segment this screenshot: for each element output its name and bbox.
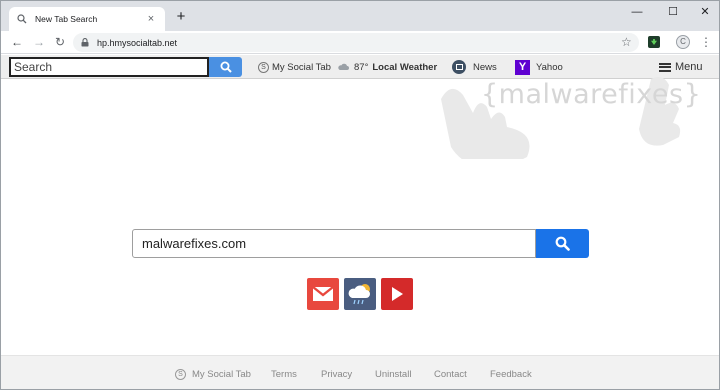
tab-title: New Tab Search (35, 14, 98, 24)
reload-icon[interactable]: ↻ (52, 34, 68, 50)
local-weather-link[interactable]: 87° Local Weather (337, 59, 437, 75)
watermark-text: {malwarefixes} (481, 79, 702, 110)
main-search-input[interactable] (132, 229, 536, 258)
browser-toolbar: ← → ↻ hp.hmysocialtab.net ☆ C ⋮ (1, 31, 719, 54)
toolbar-menu-button[interactable]: Menu (659, 59, 703, 75)
footer-link-privacy[interactable]: Privacy (321, 369, 352, 380)
download-extension-icon[interactable] (648, 36, 660, 48)
toolbar-search-input[interactable] (9, 57, 209, 77)
play-icon (392, 287, 403, 301)
address-bar[interactable]: hp.hmysocialtab.net (73, 33, 639, 52)
footer-link-terms[interactable]: Terms (271, 369, 297, 380)
news-link[interactable]: News (452, 59, 497, 75)
social-tab-label: My Social Tab (272, 61, 331, 73)
footer-link-contact[interactable]: Contact (434, 369, 467, 380)
yahoo-label: Yahoo (536, 61, 563, 73)
search-icon (17, 14, 27, 24)
footer-link-uninstall[interactable]: Uninstall (375, 369, 411, 380)
lock-icon (81, 38, 89, 47)
forward-arrow-icon[interactable]: → (31, 34, 47, 50)
cloud-icon (338, 63, 349, 70)
social-tab-icon: S (175, 369, 186, 380)
tab-close-icon[interactable]: × (145, 13, 157, 25)
news-icon (452, 60, 466, 74)
close-window-button[interactable]: ✕ (689, 1, 719, 25)
footer-link-feedback[interactable]: Feedback (490, 369, 532, 380)
search-icon (220, 61, 232, 73)
weather-temperature: 87° (354, 61, 369, 73)
yahoo-link[interactable]: Y Yahoo (515, 59, 563, 75)
extension-toolbar: S My Social Tab 87° Local Weather News Y… (1, 55, 719, 79)
bookmark-star-icon[interactable]: ☆ (621, 34, 635, 50)
gmail-shortcut[interactable] (307, 278, 339, 310)
footer-link-label: My Social Tab (192, 369, 251, 380)
maximize-button[interactable]: ☐ (657, 1, 689, 25)
back-arrow-icon[interactable]: ← (9, 34, 25, 50)
news-label: News (473, 61, 497, 73)
new-tab-button[interactable]: + (173, 9, 189, 25)
minimize-button[interactable]: — (621, 1, 653, 25)
address-url: hp.hmysocialtab.net (97, 37, 178, 48)
toolbar-search-button[interactable] (209, 57, 242, 77)
tab-strip: New Tab Search × + — ☐ ✕ (1, 1, 719, 31)
menu-label: Menu (675, 61, 703, 73)
browser-window: New Tab Search × + — ☐ ✕ ← → ↻ hp.hmysoc… (0, 0, 720, 390)
youtube-shortcut[interactable] (381, 278, 413, 310)
weather-shortcut[interactable] (344, 278, 376, 310)
gmail-icon (312, 286, 334, 301)
profile-avatar[interactable]: C (676, 35, 690, 49)
footer-link-my-social-tab[interactable]: S My Social Tab (175, 369, 251, 380)
tab-new-tab-search[interactable]: New Tab Search × (9, 7, 165, 31)
my-social-tab-link[interactable]: S My Social Tab (258, 59, 331, 75)
page-footer: S My Social Tab Terms Privacy Uninstall … (1, 355, 719, 389)
weather-label: Local Weather (372, 61, 438, 73)
hamburger-icon (659, 62, 671, 72)
search-icon (555, 236, 570, 251)
browser-menu-icon[interactable]: ⋮ (700, 34, 712, 50)
weather-icon (348, 284, 370, 305)
main-search-button[interactable] (536, 229, 589, 258)
yahoo-icon: Y (515, 59, 530, 75)
social-tab-icon: S (258, 61, 269, 73)
